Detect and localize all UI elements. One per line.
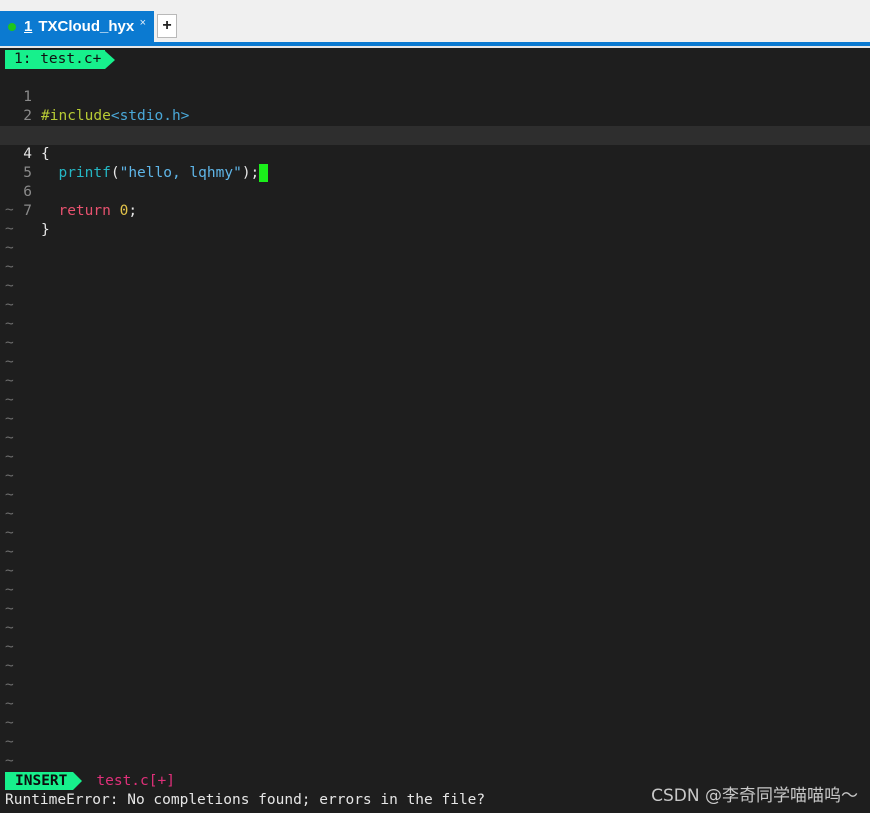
command-message: RuntimeError: No completions found; erro…	[5, 792, 486, 808]
code-line: 6 return 0;	[0, 164, 870, 219]
tilde-marker: ~	[5, 506, 14, 522]
mode-indicator: INSERT	[5, 772, 74, 790]
tilde-marker: ~	[5, 696, 14, 712]
tilde-marker: ~	[5, 240, 14, 256]
tilde-marker: ~	[5, 354, 14, 370]
tilde-marker: ~	[5, 430, 14, 446]
tilde-marker: ~	[5, 411, 14, 427]
code-line: 1 #include<stdio.h>	[0, 69, 870, 124]
tilde-marker: ~	[5, 468, 14, 484]
tilde-marker: ~	[5, 278, 14, 294]
tilde-marker: ~	[5, 487, 14, 503]
tilde-marker: ~	[5, 221, 14, 237]
tab-number: 1	[24, 18, 33, 35]
tilde-marker: ~	[5, 639, 14, 655]
code-line: 7 }	[0, 183, 870, 238]
buffer-tab[interactable]: 1: test.c+	[5, 50, 106, 69]
tilde-marker: ~	[5, 373, 14, 389]
semicolon: ;	[128, 203, 138, 219]
tilde-marker: ~	[5, 677, 14, 693]
tilde-marker: ~	[5, 563, 14, 579]
tab-title: TXCloud_hyx	[38, 18, 135, 35]
watermark: CSDN @李奇同学喵喵呜～	[651, 786, 858, 806]
tilde-marker: ~	[5, 392, 14, 408]
terminal-tab[interactable]: 1 TXCloud_hyx ×	[0, 11, 154, 42]
code-line-current: 4 printf("hello, lqhmy");	[0, 126, 870, 182]
tilde-marker: ~	[5, 525, 14, 541]
buffer-tab-arrow	[105, 50, 116, 69]
tilde-marker: ~	[5, 297, 14, 313]
mode-arrow	[73, 772, 83, 790]
tilde-marker: ~	[5, 316, 14, 332]
code-line: 5	[0, 145, 870, 181]
status-line: INSERT test.c[+]	[5, 772, 175, 790]
status-filename: test.c[+]	[96, 773, 175, 789]
code-line: 2 int main()	[0, 88, 870, 143]
tilde-marker: ~	[5, 620, 14, 636]
tilde-marker: ~	[5, 202, 14, 218]
tilde-marker: ~	[5, 544, 14, 560]
add-tab-button[interactable]: +	[157, 14, 177, 38]
tilde-marker: ~	[5, 734, 14, 750]
tab-bar: 1 TXCloud_hyx × +	[0, 0, 870, 44]
tilde-marker: ~	[5, 601, 14, 617]
buffer-tabline: 1: test.c+	[5, 50, 116, 69]
code-line: 3 {	[0, 107, 870, 162]
tilde-marker: ~	[5, 259, 14, 275]
return-keyword: return	[58, 203, 111, 219]
terminal-window[interactable]: 1: test.c+ 1 #include<stdio.h> 2 int mai…	[0, 48, 870, 813]
close-brace: }	[41, 222, 50, 238]
tilde-marker: ~	[5, 715, 14, 731]
tilde-marker: ~	[5, 658, 14, 674]
connection-status-icon	[8, 22, 16, 31]
tilde-marker: ~	[5, 449, 14, 465]
tilde-marker: ~	[5, 753, 14, 769]
tilde-marker: ~	[5, 582, 14, 598]
tilde-marker: ~	[5, 335, 14, 351]
close-icon[interactable]: ×	[140, 17, 146, 29]
